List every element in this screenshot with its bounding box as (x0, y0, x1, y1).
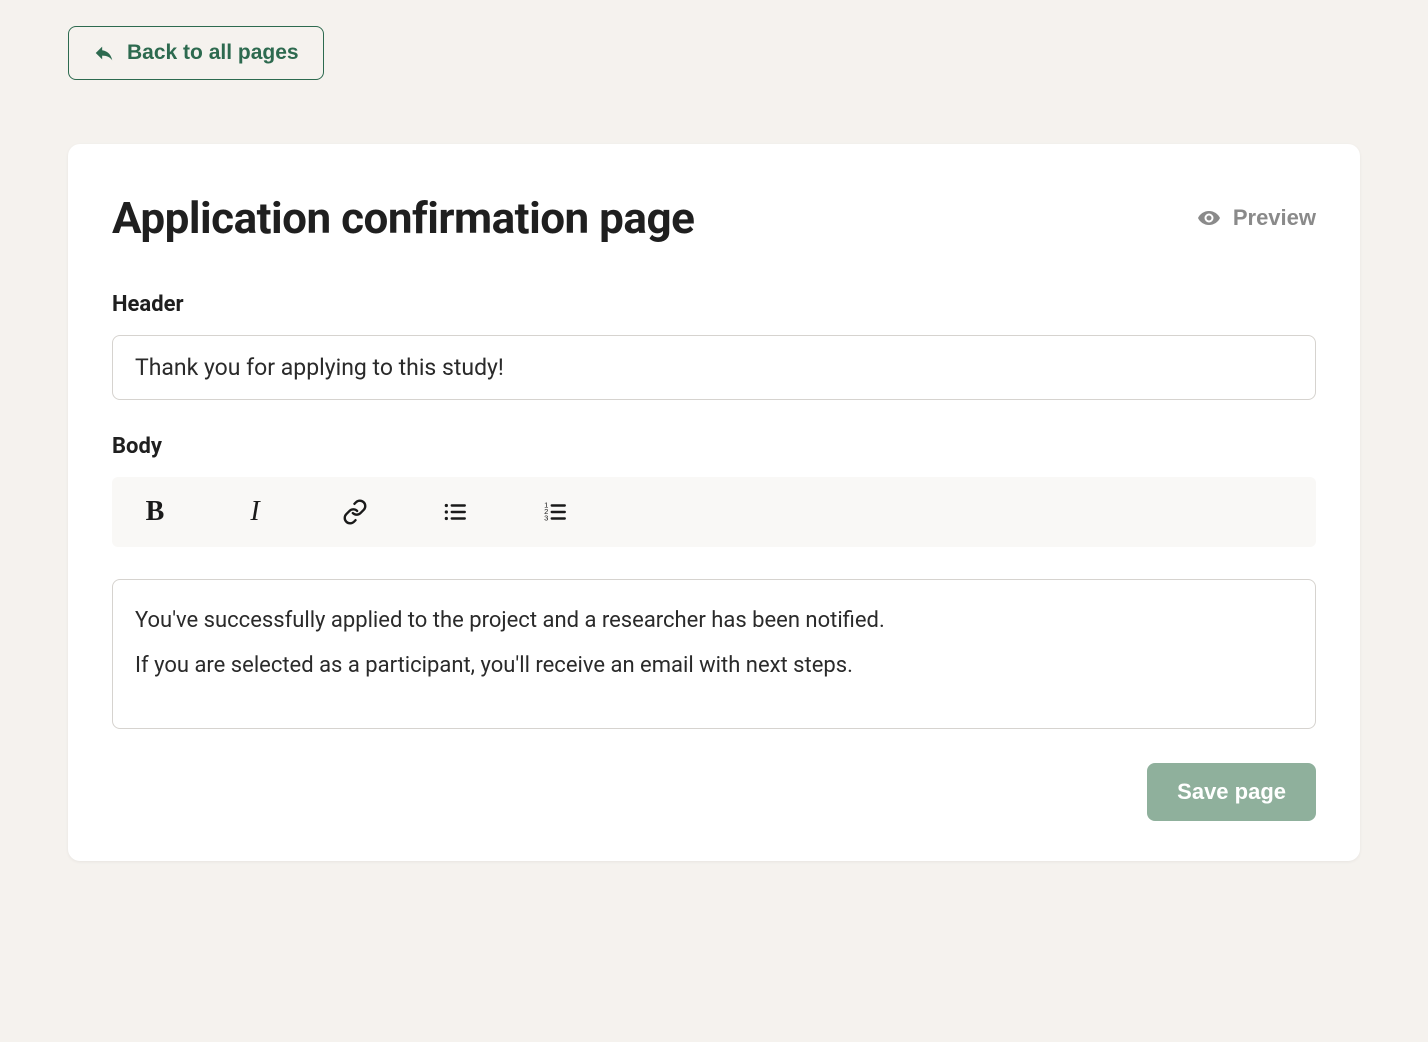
body-editor[interactable]: You've successfully applied to the proje… (112, 579, 1316, 729)
back-label: Back to all pages (127, 41, 299, 65)
link-button[interactable] (340, 497, 370, 527)
body-paragraph: If you are selected as a participant, yo… (135, 651, 1293, 682)
body-field-group: Body B I (112, 434, 1316, 729)
numbered-list-button[interactable]: 1 2 3 (540, 497, 570, 527)
svg-text:3: 3 (544, 514, 548, 523)
italic-icon: I (250, 496, 259, 528)
header-input[interactable] (112, 335, 1316, 400)
save-page-button[interactable]: Save page (1147, 763, 1316, 821)
reply-arrow-icon (93, 42, 115, 64)
body-paragraph: You've successfully applied to the proje… (135, 606, 1293, 637)
bold-icon: B (146, 496, 165, 528)
header-field-group: Header (112, 292, 1316, 400)
form-actions: Save page (112, 763, 1316, 821)
page-title: Application confirmation page (112, 192, 694, 244)
italic-button[interactable]: I (240, 497, 270, 527)
numbered-list-icon: 1 2 3 (542, 499, 568, 525)
eye-icon (1197, 206, 1221, 230)
body-field-label: Body (112, 434, 1316, 459)
back-to-all-pages-button[interactable]: Back to all pages (68, 26, 324, 80)
preview-button[interactable]: Preview (1197, 205, 1316, 231)
link-icon (342, 499, 368, 525)
bold-button[interactable]: B (140, 497, 170, 527)
bullet-list-button[interactable] (440, 497, 470, 527)
preview-label: Preview (1233, 205, 1316, 231)
editor-card: Application confirmation page Preview He… (68, 144, 1360, 861)
header-field-label: Header (112, 292, 1316, 317)
card-header: Application confirmation page Preview (112, 192, 1316, 244)
bullet-list-icon (442, 499, 468, 525)
editor-toolbar: B I (112, 477, 1316, 547)
